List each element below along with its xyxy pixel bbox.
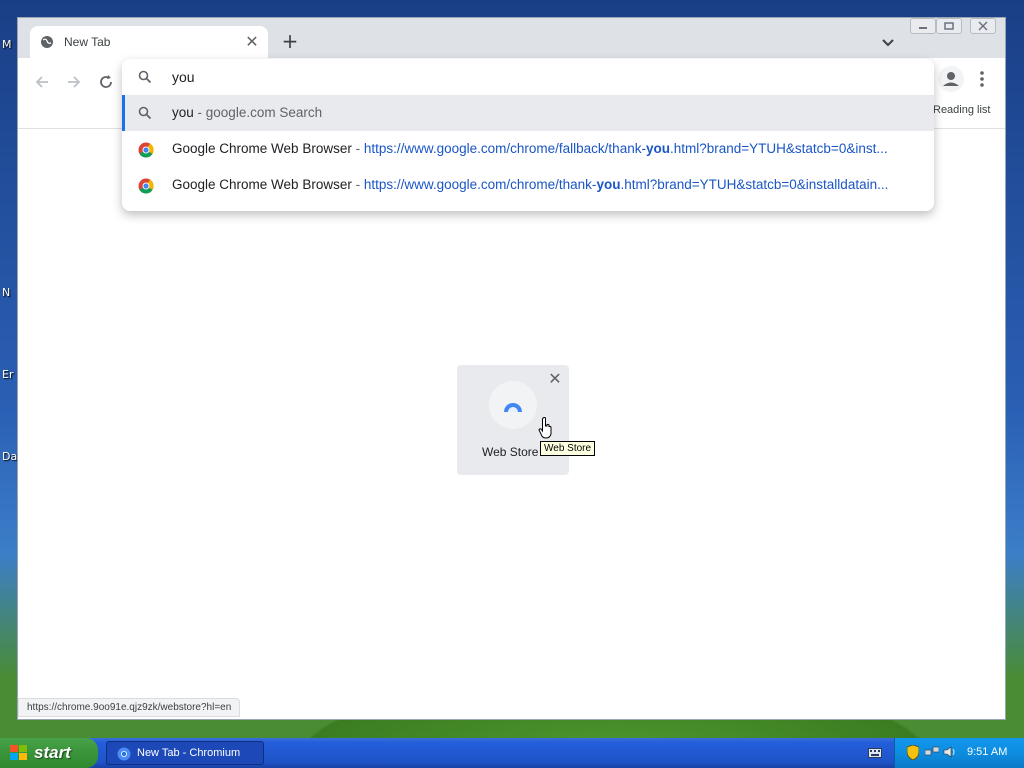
suggestion-description: google.com Search [205,105,323,120]
shortcut-label: Web Store [482,445,539,459]
taskbar: start New Tab - Chromium 9:51 AM [0,738,1024,768]
taskbar-button-chromium[interactable]: New Tab - Chromium [106,741,264,765]
close-tab-icon[interactable]: ✕ [242,32,262,52]
web-store-icon [504,403,522,412]
new-tab-button[interactable]: + [278,30,302,54]
clock: 9:51 AM [967,746,1008,758]
chevron-down-icon [882,39,894,47]
search-icon [138,106,152,120]
start-button[interactable]: start [0,738,98,768]
hand-cursor-icon [538,417,552,439]
tooltip: Web Store [540,441,596,456]
suggestion-url: https://www.google.com/chrome/thank-you.… [364,177,889,192]
suggestion-title: Google Chrome Web Browser [172,177,352,192]
suggestion-separator: - [351,177,364,192]
url-prefix: https://www.google.com/chrome/thank- [363,177,597,192]
reading-list-button[interactable]: Reading list [933,104,990,116]
shield-icon[interactable] [907,745,919,760]
desktop-icon-label[interactable]: Er [2,368,13,381]
menu-button[interactable] [974,66,990,92]
url-suffix: .html?brand=YTUH&statcb=0&installdatain.… [620,177,889,192]
suggestion-text: Google Chrome Web Browser - https://www.… [172,141,888,156]
minimize-icon [919,27,927,29]
restore-icon [944,22,954,30]
suggestion-text: you - google.com Search [172,105,322,120]
restore-button[interactable] [936,18,962,34]
suggestion-title: Google Chrome Web Browser [172,141,352,156]
tab-strip: New Tab ✕ + [18,18,1005,58]
forward-button[interactable] [60,68,88,96]
tab-search-button[interactable] [876,30,900,54]
chrome-logo-icon [138,142,154,158]
suggestion-url: https://www.google.com/chrome/fallback/t… [364,141,888,156]
omnibox-dropdown: you - google.com Search Google Chrome We… [122,59,934,211]
back-button[interactable] [28,68,56,96]
omnibox-input-row [122,59,934,95]
status-url: https://chrome.9oo91e.qjz9zk/webstore?hl… [18,698,241,717]
system-tray: 9:51 AM [894,738,1024,768]
windows-flag-icon [10,745,27,760]
taskbar-button-label: New Tab - Chromium [137,747,241,759]
desktop-icon-label[interactable]: Da [2,450,17,463]
arrow-right-icon [68,76,81,88]
url-match: you [645,141,670,156]
desktop-icon-label[interactable]: N [2,286,10,299]
omnibox-suggestion[interactable]: Google Chrome Web Browser - https://www.… [122,167,934,203]
speaker-icon[interactable] [943,745,957,759]
chromium-icon [117,747,131,761]
arrow-left-icon [35,76,48,88]
tab-title: New Tab [64,35,111,49]
more-vert-icon [980,71,984,87]
url-suffix: .html?brand=YTUH&statcb=0&inst... [669,141,888,156]
omnibox-suggestion[interactable]: Google Chrome Web Browser - https://www.… [122,131,934,167]
person-icon [943,72,959,86]
reload-icon [100,75,112,88]
url-prefix: https://www.google.com/chrome/fallback/t… [363,141,646,156]
start-label: start [34,743,71,762]
minimize-button[interactable] [910,18,936,34]
shortcut-icon [489,381,537,429]
suggestion-separator: - [351,141,364,156]
suggestion-separator: - [193,105,206,120]
close-icon [978,21,988,31]
network-icon[interactable] [925,746,939,758]
keyboard-icon[interactable] [868,747,882,759]
chrome-logo-icon [138,178,154,194]
suggestion-query: you [172,105,194,120]
globe-icon [41,36,53,48]
reload-button[interactable] [92,68,120,96]
suggestion-text: Google Chrome Web Browser - https://www.… [172,177,888,192]
desktop-icon-label[interactable]: M [2,38,12,51]
tab-new-tab[interactable]: New Tab ✕ [30,26,268,58]
close-window-button[interactable] [970,18,996,34]
url-match: you [596,177,621,192]
profile-button[interactable] [938,66,964,92]
address-bar-input[interactable] [172,67,872,87]
omnibox-suggestion[interactable]: you - google.com Search [122,95,934,131]
remove-shortcut-icon[interactable]: ✕ [547,371,563,387]
search-icon [138,70,152,84]
